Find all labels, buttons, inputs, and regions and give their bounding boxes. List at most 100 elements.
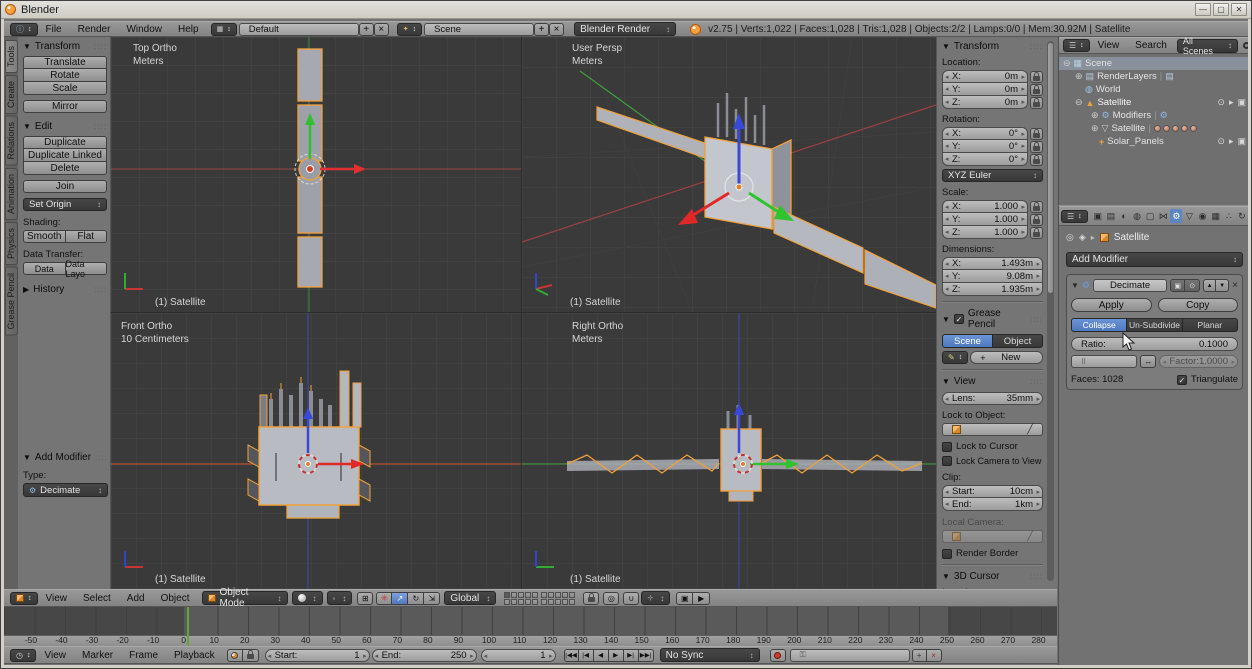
shading-button[interactable]: Smooth [23,230,66,243]
menu-item[interactable]: Frame [121,650,166,661]
rotation-mode-select[interactable]: XYZ Euler↕ [942,169,1043,182]
delete-keyframe-icon[interactable]: × [927,649,942,662]
renderability-camera-icon[interactable]: ▣ [1237,136,1246,147]
disclosure-icon[interactable]: ⊖ [1063,58,1071,69]
copy-modifier-button[interactable]: Copy [1158,298,1239,312]
menu-item[interactable]: Playback [166,650,223,661]
disclosure-icon[interactable]: ⊖ [1075,97,1083,108]
scale-manipulator-icon[interactable]: ⇲ [424,592,440,605]
toolshelf-tab[interactable]: Physics [5,222,18,265]
data-transfer-button[interactable]: Data Layo [66,262,108,275]
menu-item[interactable]: Search [1127,40,1175,51]
play-button[interactable]: ▶ [609,649,624,662]
menu-item[interactable]: File [38,24,70,35]
toolshelf-button[interactable]: Delete [23,162,107,175]
layout-name-field[interactable]: Default [239,23,359,36]
editor-type-button[interactable]: ⓘ↕ [10,23,38,36]
proportional-edit-icon[interactable]: ◎ [603,592,619,605]
menu-item[interactable]: Add [119,593,153,604]
menu-item[interactable]: Render [70,24,119,35]
tab-world-icon[interactable]: ◍ [1131,209,1143,223]
selectability-cursor-icon[interactable]: ▸ [1229,136,1234,147]
panel-header-3d-cursor[interactable]: ▼3D Cursor:::: [942,571,1043,582]
tab-render-icon[interactable]: ▣ [1092,209,1104,223]
snap-magnet-icon[interactable]: ∪ [623,592,639,605]
tab-texture-icon[interactable]: ▦ [1210,209,1222,223]
tab-modifiers-wrench-icon[interactable]: ⚙ [1170,209,1182,223]
decimate-mode-tab[interactable]: Un-Subdivide [1127,318,1182,332]
ratio-slider[interactable]: Ratio: 0.1000 [1071,337,1238,351]
toolshelf-button[interactable]: Scale [23,82,107,95]
prev-keyframe-button[interactable]: |◀ [579,649,594,662]
panel-header-grease-pencil[interactable]: ▼✓Grease Pencil:::: [942,308,1043,330]
gp-draw-mode-button[interactable]: ✎↕ [942,351,968,364]
lock-to-cursor-checkbox[interactable] [942,442,952,452]
visibility-eye-icon[interactable]: ⊙ [1217,97,1225,108]
npanel-scrollbar[interactable] [1047,41,1054,581]
disclosure-icon[interactable]: ⊕ [1075,71,1083,82]
toolshelf-button[interactable]: Translate [23,56,107,69]
translate-manipulator-icon[interactable]: ↗ [392,592,408,605]
set-origin-select[interactable]: Set Origin↕ [23,198,107,211]
invert-vertex-group-icon[interactable]: ↔ [1140,355,1156,368]
material-icon[interactable] [1163,125,1170,132]
clip-start-field[interactable]: ◂Start:10cm▸ [942,485,1043,498]
dimension-field[interactable]: ◂Z:1.935m▸ [942,283,1043,296]
frame-end-field[interactable]: ◂End:250▸ [372,649,477,662]
join-button[interactable]: Join [23,180,107,193]
disclosure-icon[interactable]: ⊕ [1091,110,1099,121]
modifier-name-field[interactable]: Decimate [1093,279,1167,292]
lock-button[interactable] [1030,128,1043,140]
outliner-row-solar-panels[interactable]: + Solar_Panels ⊙ ▸ ▣ [1059,135,1248,148]
lock-button[interactable] [1030,84,1043,96]
menu-item[interactable]: View [38,593,76,604]
outliner-row-world[interactable]: ◍ World [1059,83,1248,96]
layers-widget-2[interactable] [541,592,575,605]
manipulator-toggle-button[interactable]: ⊞ [357,592,373,605]
lock-button[interactable] [1030,97,1043,109]
dimension-field[interactable]: ◂Y:9.08m▸ [942,270,1043,283]
lens-field[interactable]: ◂Lens:35mm▸ [942,392,1043,405]
auto-keyframe-icon[interactable] [227,649,243,662]
material-icon[interactable] [1172,125,1179,132]
lock-button[interactable] [1030,71,1043,83]
outliner-row-satellite-object[interactable]: ⊖ ▲ Satellite ⊙ ▸ ▣ [1059,96,1248,109]
viewport-user-persp[interactable]: User Persp Meters (1) Satellite [522,37,936,312]
editor-type-button[interactable]: ◷↕ [10,649,36,662]
keying-set-field[interactable]: ⚿ [790,649,910,662]
tab-constraints-icon[interactable]: ⋈ [1157,209,1169,223]
decimate-mode-tab[interactable]: Collapse [1071,318,1127,332]
tab-object-data-icon[interactable]: ▽ [1183,209,1195,223]
menu-item[interactable]: Marker [74,650,121,661]
tab-scene-icon[interactable]: ◐ [1118,209,1130,223]
close-button[interactable]: ✕ [1231,3,1247,16]
material-icon[interactable] [1181,125,1188,132]
decimate-mode-tab[interactable]: Planar [1183,318,1238,332]
maximize-button[interactable]: ▢ [1213,3,1229,16]
delete-scene-button[interactable]: × [549,23,564,36]
record-icon[interactable] [770,649,786,662]
pin-icon[interactable]: ◎ [1066,232,1074,243]
toolshelf-button[interactable]: Rotate [23,69,107,82]
gp-scene-tab[interactable]: Scene [942,334,993,348]
location-field[interactable]: ◂Y:0m▸ [942,83,1028,96]
toolshelf-tab[interactable]: Animation [5,168,18,220]
toolshelf-tab[interactable]: Tools [5,40,18,73]
keying-lock-icon[interactable] [243,649,259,662]
renderability-camera-icon[interactable]: ▣ [1237,97,1246,108]
toolshelf-button[interactable]: Duplicate Linked [23,149,107,162]
selectability-cursor-icon[interactable]: ▸ [1229,97,1234,108]
insert-keyframe-icon[interactable]: + [912,649,927,662]
viewport-right-ortho[interactable]: Right Ortho Meters (1) Satellite [522,313,936,589]
modifier-type-select[interactable]: ⚙Decimate↕ [23,483,108,497]
rotation-field[interactable]: ◂X:0°▸ [942,127,1028,140]
delete-layout-button[interactable]: × [374,23,389,36]
current-frame-indicator[interactable] [187,607,189,646]
next-keyframe-button[interactable]: ▶| [624,649,639,662]
scene-selector-icon[interactable]: ✦↕ [397,23,422,36]
tab-material-icon[interactable]: ◉ [1197,209,1209,223]
outliner-row-renderlayers[interactable]: ⊕ ▤ RenderLayers | ▤ [1059,70,1248,83]
triangulate-checkbox[interactable]: ✓ [1177,375,1187,385]
tab-physics-icon[interactable]: ↻ [1236,209,1248,223]
lock-button[interactable] [1030,227,1043,239]
